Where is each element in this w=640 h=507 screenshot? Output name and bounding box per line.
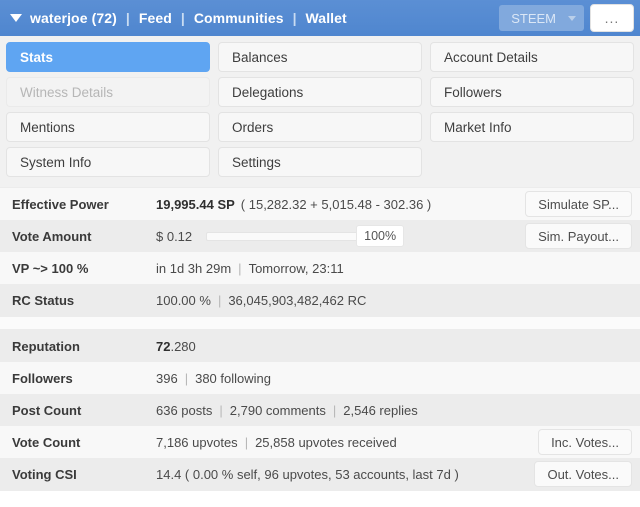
nav-separator: | <box>125 10 130 26</box>
nav-account-link[interactable]: waterjoe (72) <box>30 10 117 26</box>
vp-recharge-time: Tomorrow, 23:11 <box>248 260 344 276</box>
more-options-button[interactable]: ... <box>590 4 634 32</box>
vp-recharge-eta: in 1d 3h 29m <box>156 260 232 276</box>
row-value: in 1d 3h 29m | Tomorrow, 23:11 <box>148 261 640 276</box>
nav-separator: | <box>292 10 297 26</box>
table-row-vote-amount: Vote Amount $ 0.12 100% Sim. Payout... <box>0 220 640 252</box>
following-count: 380 following <box>195 370 271 386</box>
row-value: 100.00 % | 36,045,903,482,462 RC <box>148 293 640 308</box>
tab-placeholder <box>430 147 634 177</box>
coin-select-label: STEEM <box>511 10 556 26</box>
reputation-decimal: .280 <box>170 338 196 354</box>
row-label: Vote Amount <box>12 228 92 244</box>
simulate-sp-button[interactable]: Simulate SP... <box>525 191 632 217</box>
nav-links-group: waterjoe (72) | Feed | Communities | Wal… <box>10 10 499 26</box>
tab-mentions[interactable]: Mentions <box>6 112 210 142</box>
row-label: Reputation <box>12 338 80 354</box>
tab-settings[interactable]: Settings <box>218 147 422 177</box>
effective-power-breakdown: ( 15,282.32 + 5,015.48 - 302.36 ) <box>240 196 432 212</box>
reputation-integer: 72 <box>156 338 171 354</box>
row-label: RC Status <box>12 292 75 308</box>
vote-amount-value: $ 0.12 <box>156 228 193 244</box>
value-separator: | <box>219 402 223 418</box>
tab-delegations[interactable]: Delegations <box>218 77 422 107</box>
slider-percent-label: 100% <box>356 225 405 247</box>
row-label: Vote Count <box>12 434 81 450</box>
nav-separator: | <box>180 10 185 26</box>
incoming-votes-button[interactable]: Inc. Votes... <box>538 429 632 455</box>
nav-link-wallet[interactable]: Wallet <box>306 10 347 26</box>
table-row-rc-status: RC Status 100.00 % | 36,045,903,482,462 … <box>0 284 640 316</box>
table-divider <box>0 317 640 329</box>
sim-payout-button[interactable]: Sim. Payout... <box>525 223 632 249</box>
tab-balances[interactable]: Balances <box>218 42 422 72</box>
table-row-reputation: Reputation 72 .280 <box>0 330 640 362</box>
value-separator: | <box>244 434 249 450</box>
comments-count: 2,790 comments <box>229 402 326 418</box>
row-label: VP ~> 100 % <box>12 260 89 276</box>
row-value: 72 .280 <box>148 339 640 354</box>
coin-select-dropdown[interactable]: STEEM <box>499 5 584 31</box>
value-separator: | <box>332 402 337 418</box>
table-row-effective-power: Effective Power 19,995.44 SP ( 15,282.32… <box>0 188 640 220</box>
social-stats-table: Reputation 72 .280 Followers 396 | 380 f… <box>0 329 640 491</box>
nav-right-group: STEEM ... <box>499 4 634 32</box>
power-stats-table: Effective Power 19,995.44 SP ( 15,282.32… <box>0 187 640 317</box>
table-row-post-count: Post Count 636 posts | 2,790 comments | … <box>0 394 640 426</box>
effective-power-amount: 19,995.44 SP <box>156 196 235 212</box>
posts-count: 636 posts <box>156 402 213 418</box>
row-label: Effective Power <box>12 196 109 212</box>
slider-track[interactable] <box>206 231 359 241</box>
table-row-vote-count: Vote Count 7,186 upvotes | 25,858 upvote… <box>0 426 640 458</box>
chevron-down-icon <box>568 15 576 21</box>
table-row-voting-csi: Voting CSI 14.4 ( 0.00 % self, 96 upvote… <box>0 458 640 490</box>
tab-account-details[interactable]: Account Details <box>430 42 634 72</box>
row-value: 396 | 380 following <box>148 371 640 386</box>
tab-orders[interactable]: Orders <box>218 112 422 142</box>
caret-down-icon[interactable] <box>10 14 22 22</box>
followers-count: 396 <box>156 370 178 386</box>
value-separator: | <box>238 260 242 276</box>
upvotes-received: 25,858 upvotes received <box>255 434 397 450</box>
rc-percent: 100.00 % <box>156 292 211 308</box>
outgoing-votes-button[interactable]: Out. Votes... <box>534 461 632 487</box>
row-label: Post Count <box>12 402 82 418</box>
value-separator: | <box>184 370 189 386</box>
tab-witness-details: Witness Details <box>6 77 210 107</box>
nav-link-feed[interactable]: Feed <box>139 10 172 26</box>
row-label: Voting CSI <box>12 466 77 482</box>
tab-grid: Stats Balances Account Details Witness D… <box>0 36 640 187</box>
vote-weight-slider[interactable]: 100% <box>206 225 405 247</box>
row-label: Followers <box>12 370 73 386</box>
replies-count: 2,546 replies <box>343 402 418 418</box>
tab-system-info[interactable]: System Info <box>6 147 210 177</box>
table-row-vp-recharge: VP ~> 100 % in 1d 3h 29m | Tomorrow, 23:… <box>0 252 640 284</box>
row-value: 636 posts | 2,790 comments | 2,546 repli… <box>148 403 640 418</box>
nav-link-communities[interactable]: Communities <box>194 10 284 26</box>
more-options-label: ... <box>604 10 620 26</box>
upvotes-given: 7,186 upvotes <box>156 434 238 450</box>
rc-absolute: 36,045,903,482,462 RC <box>228 292 367 308</box>
tab-stats[interactable]: Stats <box>6 42 210 72</box>
tab-market-info[interactable]: Market Info <box>430 112 634 142</box>
table-row-followers: Followers 396 | 380 following <box>0 362 640 394</box>
value-separator: | <box>217 292 222 308</box>
tab-followers[interactable]: Followers <box>430 77 634 107</box>
top-navigation-bar: waterjoe (72) | Feed | Communities | Wal… <box>0 0 640 36</box>
